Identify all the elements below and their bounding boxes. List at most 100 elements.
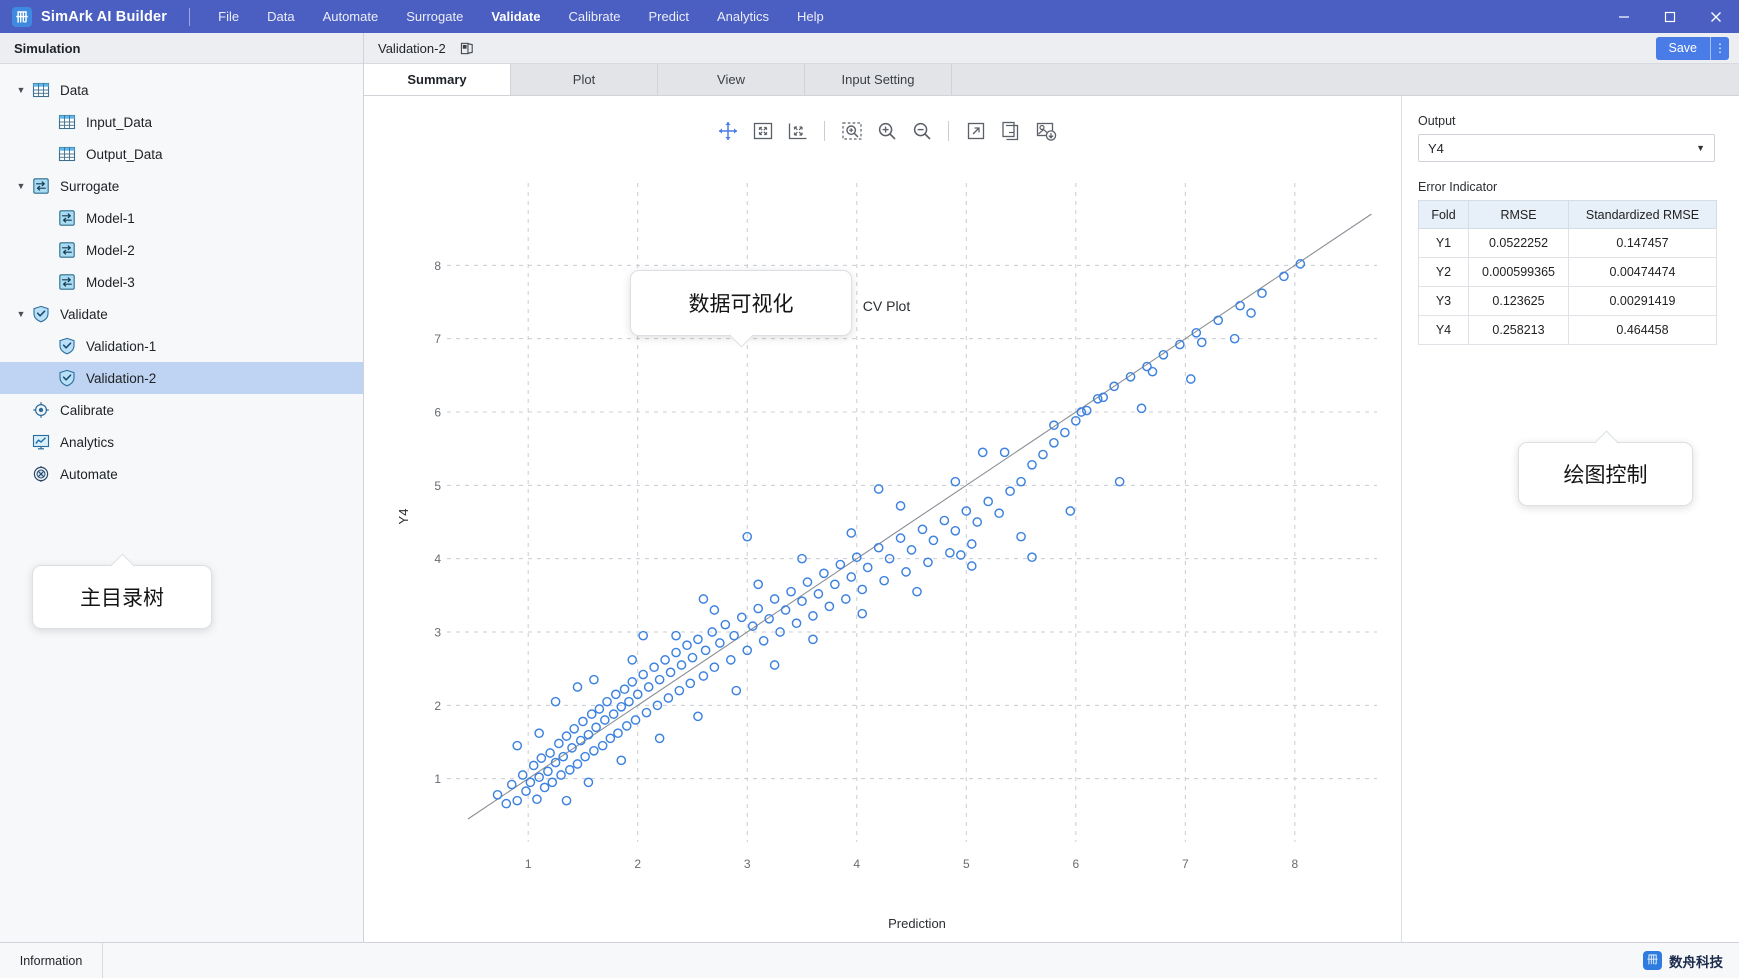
zoom-in-icon[interactable]: [869, 116, 904, 146]
table-row[interactable]: Y3 0.123625 0.00291419: [1418, 286, 1717, 316]
scatter-point: [1114, 476, 1125, 487]
scatter-point: [912, 586, 922, 597]
scatter-point: [1049, 437, 1059, 448]
scatter-point: [873, 542, 884, 553]
tree-item-label: Data: [60, 82, 89, 98]
table-row[interactable]: Y2 0.000599365 0.00474474: [1418, 257, 1717, 287]
target-icon: [32, 401, 50, 419]
scatter-point: [627, 655, 638, 665]
tree-item-model-3[interactable]: Model-3: [0, 266, 363, 298]
copy-icon[interactable]: [993, 116, 1028, 146]
scatter-point: [586, 709, 597, 719]
shield-check-icon: [32, 305, 50, 323]
tree-item-automate[interactable]: Automate: [0, 458, 363, 490]
scatter-point: [525, 777, 536, 788]
scatter-point: [685, 678, 696, 689]
tree-item-model-2[interactable]: Model-2: [0, 234, 363, 266]
table-row[interactable]: Y1 0.0522252 0.147457: [1418, 228, 1717, 258]
scatter-point: [627, 677, 638, 687]
scatter-point: [819, 568, 829, 579]
scatter-point: [1005, 486, 1015, 497]
scatter-point: [720, 619, 731, 630]
pan-icon[interactable]: [710, 116, 745, 146]
tab-input-setting[interactable]: Input Setting: [805, 64, 952, 95]
tree-item-data[interactable]: ▼ Data: [0, 74, 363, 106]
expand-icon[interactable]: [780, 116, 815, 146]
status-message-area: [103, 943, 1643, 978]
menu-item-help[interactable]: Help: [783, 3, 838, 30]
book-icon[interactable]: [460, 41, 475, 56]
scatter-point: [840, 594, 851, 604]
scatter-point: [543, 766, 553, 777]
chevron-down-icon[interactable]: ▼: [12, 85, 30, 95]
cv-scatter-plot[interactable]: 1 2 3 4 5 6 7 8 1 2 3 4 5 6 7 8 Prediction Y4: [364, 148, 1409, 972]
tree-item-calibrate[interactable]: Calibrate: [0, 394, 363, 426]
tree-item-label: Validation-2: [86, 370, 157, 386]
tree-item-input-data[interactable]: Input_Data: [0, 106, 363, 138]
tree-item-validation-1[interactable]: Validation-1: [0, 330, 363, 362]
chevron-down-icon: ▼: [1696, 143, 1705, 153]
tab-plot[interactable]: Plot: [511, 64, 658, 95]
scatter-point: [753, 603, 764, 614]
chevron-down-icon[interactable]: ▼: [12, 309, 30, 319]
menu-item-predict[interactable]: Predict: [634, 3, 702, 30]
table-row[interactable]: Y4 0.258213 0.464458: [1418, 315, 1717, 345]
save-more-button[interactable]: ⋮: [1710, 36, 1729, 60]
scatter-point: [660, 655, 670, 665]
cell-std_rmse: 0.464458: [1568, 315, 1717, 345]
tree-item-output-data[interactable]: Output_Data: [0, 138, 363, 170]
scatter-point: [643, 682, 654, 692]
tree-item-analytics[interactable]: Analytics: [0, 426, 363, 458]
grid-icon: [32, 81, 50, 99]
scatter-point: [654, 733, 665, 744]
save-button[interactable]: Save: [1655, 36, 1710, 60]
menu-item-surrogate[interactable]: Surrogate: [392, 3, 477, 30]
menu-item-analytics[interactable]: Analytics: [703, 3, 783, 30]
tree-item-validate[interactable]: ▼ Validate: [0, 298, 363, 330]
scatter-point: [532, 794, 542, 805]
maximize-button[interactable]: [1647, 0, 1693, 33]
save-image-icon[interactable]: [1028, 116, 1063, 146]
chevron-down-icon[interactable]: ▼: [12, 181, 30, 191]
menu-item-calibrate[interactable]: Calibrate: [554, 3, 634, 30]
cell-rmse: 0.000599365: [1468, 257, 1569, 287]
zoom-region-icon[interactable]: [834, 116, 869, 146]
y-axis-label: Y4: [396, 509, 411, 525]
fit-screen-icon[interactable]: [745, 116, 780, 146]
scatter-point: [671, 630, 681, 641]
scatter-point: [1279, 271, 1289, 282]
vendor-logo-icon: 冊: [1643, 951, 1662, 970]
scatter-point: [536, 753, 547, 763]
information-tab[interactable]: Information: [0, 943, 103, 978]
close-button[interactable]: [1693, 0, 1739, 33]
menu-item-file[interactable]: File: [204, 3, 253, 30]
app-logo-icon: 冊: [12, 6, 32, 27]
scatter-point: [791, 618, 802, 629]
menu-item-automate[interactable]: Automate: [309, 3, 393, 30]
output-select[interactable]: Y4 ▼: [1418, 134, 1715, 162]
scatter-point: [928, 535, 939, 546]
scatter-point: [999, 447, 1010, 458]
minimize-button[interactable]: [1601, 0, 1647, 33]
cell-rmse: 0.258213: [1468, 315, 1569, 345]
tree-item-validation-2[interactable]: Validation-2: [0, 362, 363, 394]
scatter-point: [1147, 366, 1158, 377]
scatter-point: [676, 660, 687, 670]
zoom-out-icon[interactable]: [904, 116, 939, 146]
tab-view[interactable]: View: [658, 64, 805, 95]
tree-item-surrogate[interactable]: ▼ Surrogate: [0, 170, 363, 202]
tree-item-model-1[interactable]: Model-1: [0, 202, 363, 234]
y-tick-label: 1: [434, 772, 441, 786]
scatter-point: [901, 567, 911, 577]
open-external-icon[interactable]: [958, 116, 993, 146]
callout-plot-control: 绘图控制: [1518, 430, 1693, 506]
scatter-point: [857, 608, 868, 619]
menu-item-validate[interactable]: Validate: [477, 3, 554, 30]
menu-item-data[interactable]: Data: [253, 3, 308, 30]
scatter-point: [813, 589, 824, 599]
scatter-point: [1246, 308, 1256, 318]
tab-summary[interactable]: Summary: [364, 64, 511, 95]
x-tick-label: 6: [1072, 857, 1079, 871]
y-tick-label: 2: [434, 699, 441, 713]
x-tick-label: 1: [525, 857, 532, 871]
